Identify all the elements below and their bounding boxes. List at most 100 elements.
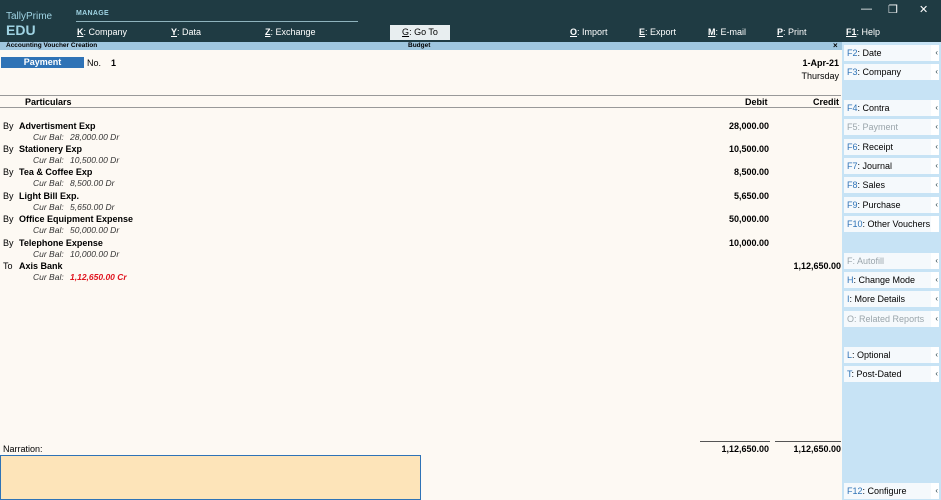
drcr-label: By	[3, 191, 14, 201]
header-divider-bottom	[0, 107, 841, 108]
total-debit-rule	[700, 441, 770, 442]
table-row[interactable]: By Tea & Coffee Exp Cur Bal: 8,500.00 Dr…	[0, 167, 841, 191]
cur-bal-label: Cur Bal:	[33, 132, 64, 142]
table-row[interactable]: By Office Equipment Expense Cur Bal: 50,…	[0, 214, 841, 238]
chevron-left-icon: ‹	[935, 486, 938, 495]
debit-amount[interactable]: 50,000.00	[729, 214, 769, 224]
cur-bal-label: Cur Bal:	[33, 202, 64, 212]
voucher-type-badge[interactable]: Payment	[1, 57, 84, 68]
company-budget-label: Budget	[408, 42, 431, 49]
chevron-left-icon: ‹	[935, 369, 938, 378]
more-details-button[interactable]: I: More Details ‹	[844, 291, 939, 307]
chevron-left-icon: ‹	[935, 142, 938, 151]
close-screen-icon[interactable]: ×	[833, 42, 838, 50]
chevron-left-icon: ‹	[935, 294, 938, 303]
brand-edition: EDU	[6, 22, 36, 38]
narration-label: Narration:	[3, 444, 43, 454]
chevron-left-icon: ‹	[935, 314, 938, 323]
chevron-left-icon: ‹	[935, 275, 938, 284]
cur-bal-value: 8,500.00 Dr	[70, 178, 115, 188]
cur-bal-value: 50,000.00 Dr	[70, 225, 120, 235]
ledger-name[interactable]: Axis Bank	[19, 261, 63, 271]
cur-bal-value: 10,500.00 Dr	[70, 155, 120, 165]
company-button[interactable]: F3: Company ‹	[844, 64, 939, 80]
ledger-name[interactable]: Light Bill Exp.	[19, 191, 79, 201]
cur-bal-label: Cur Bal:	[33, 178, 64, 188]
debit-amount[interactable]: 28,000.00	[729, 121, 769, 131]
related-reports-button: O: Related Reports ‹	[844, 311, 939, 327]
brand-name: TallyPrime	[6, 11, 53, 22]
screen-title: Accounting Voucher Creation	[6, 42, 98, 49]
close-icon[interactable]: ✕	[919, 3, 928, 16]
chevron-left-icon: ‹	[935, 180, 938, 189]
right-button-panel: F2: Date ‹ F3: Company ‹ F4: Contra ‹ F5: P…	[842, 42, 941, 500]
restore-icon[interactable]: ❐	[888, 3, 898, 16]
optional-button[interactable]: L: Optional ‹	[844, 347, 939, 363]
other-vouchers-button[interactable]: F10: Other Vouchers	[844, 216, 939, 232]
voucher-no-label: No.	[87, 58, 102, 68]
cur-bal-label: Cur Bal:	[33, 272, 64, 282]
col-header-debit: Debit	[745, 97, 768, 107]
menu-import[interactable]: O: Import	[570, 27, 608, 37]
contra-button[interactable]: F4: Contra ‹	[844, 100, 939, 116]
table-row[interactable]: By Advertisment Exp Cur Bal: 28,000.00 D…	[0, 121, 841, 145]
minimize-icon[interactable]: —	[861, 3, 872, 15]
journal-button[interactable]: F7: Journal ‹	[844, 158, 939, 174]
ledger-name[interactable]: Office Equipment Expense	[19, 214, 133, 224]
post-dated-button[interactable]: T: Post-Dated ‹	[844, 366, 939, 382]
menu-exchange[interactable]: Z: Exchange	[265, 27, 316, 37]
menu-company[interactable]: K: Company	[77, 27, 127, 37]
purchase-button[interactable]: F9: Purchase ‹	[844, 197, 939, 213]
chevron-left-icon: ‹	[935, 200, 938, 209]
menu-email[interactable]: M: E-mail	[708, 27, 746, 37]
total-credit-rule	[775, 441, 841, 442]
drcr-label: By	[3, 238, 14, 248]
menu-goto-button[interactable]: G: Go To	[390, 25, 450, 40]
top-bar: TallyPrime EDU MANAGE K: Company Y: Data…	[0, 0, 941, 42]
screen-title-bar: Accounting Voucher Creation Budget ×	[0, 42, 842, 50]
debit-amount[interactable]: 10,000.00	[729, 238, 769, 248]
narration-input[interactable]	[0, 455, 421, 500]
drcr-label: By	[3, 214, 14, 224]
voucher-date[interactable]: 1-Apr-21	[802, 58, 839, 68]
menu-help[interactable]: F1: Help	[846, 27, 880, 37]
payment-button: F5: Payment ‹	[844, 119, 939, 135]
drcr-label: By	[3, 167, 14, 177]
table-row[interactable]: To Axis Bank Cur Bal: 1,12,650.00 Cr 1,1…	[0, 261, 841, 285]
cur-bal-label: Cur Bal:	[33, 249, 64, 259]
debit-amount[interactable]: 8,500.00	[734, 167, 769, 177]
cur-bal-value: 5,650.00 Dr	[70, 202, 115, 212]
chevron-left-icon: ‹	[935, 161, 938, 170]
voucher-no: 1	[111, 58, 117, 68]
chevron-left-icon: ‹	[935, 122, 938, 131]
table-row[interactable]: By Stationery Exp Cur Bal: 10,500.00 Dr …	[0, 144, 841, 168]
receipt-button[interactable]: F6: Receipt ‹	[844, 139, 939, 155]
debit-amount[interactable]: 5,650.00	[734, 191, 769, 201]
ledger-name[interactable]: Advertisment Exp	[19, 121, 96, 131]
menu-export[interactable]: E: Export	[639, 27, 676, 37]
ledger-name[interactable]: Tea & Coffee Exp	[19, 167, 92, 177]
change-mode-button[interactable]: H: Change Mode ‹	[844, 272, 939, 288]
cur-bal-value: 10,000.00 Dr	[70, 249, 120, 259]
ledger-name[interactable]: Telephone Expense	[19, 238, 103, 248]
chevron-left-icon: ‹	[935, 67, 938, 76]
drcr-label: By	[3, 144, 14, 154]
date-button[interactable]: F2: Date ‹	[844, 45, 939, 61]
table-row[interactable]: By Light Bill Exp. Cur Bal: 5,650.00 Dr …	[0, 191, 841, 215]
chevron-left-icon: ‹	[935, 350, 938, 359]
ledger-name[interactable]: Stationery Exp	[19, 144, 82, 154]
chevron-left-icon: ‹	[935, 103, 938, 112]
cur-bal-label: Cur Bal:	[33, 155, 64, 165]
debit-amount[interactable]: 10,500.00	[729, 144, 769, 154]
col-header-credit: Credit	[813, 97, 840, 107]
section-label: MANAGE	[76, 10, 109, 17]
configure-button[interactable]: F12: Configure ‹	[844, 483, 939, 499]
sales-button[interactable]: F8: Sales ‹	[844, 177, 939, 193]
menu-data[interactable]: Y: Data	[171, 27, 201, 37]
cur-bal-value: 1,12,650.00 Cr	[70, 272, 127, 282]
cur-bal-label: Cur Bal:	[33, 225, 64, 235]
menu-print[interactable]: P: Print	[777, 27, 807, 37]
credit-amount[interactable]: 1,12,650.00	[793, 261, 841, 271]
col-header-particulars: Particulars	[25, 97, 72, 107]
table-row[interactable]: By Telephone Expense Cur Bal: 10,000.00 …	[0, 238, 841, 262]
